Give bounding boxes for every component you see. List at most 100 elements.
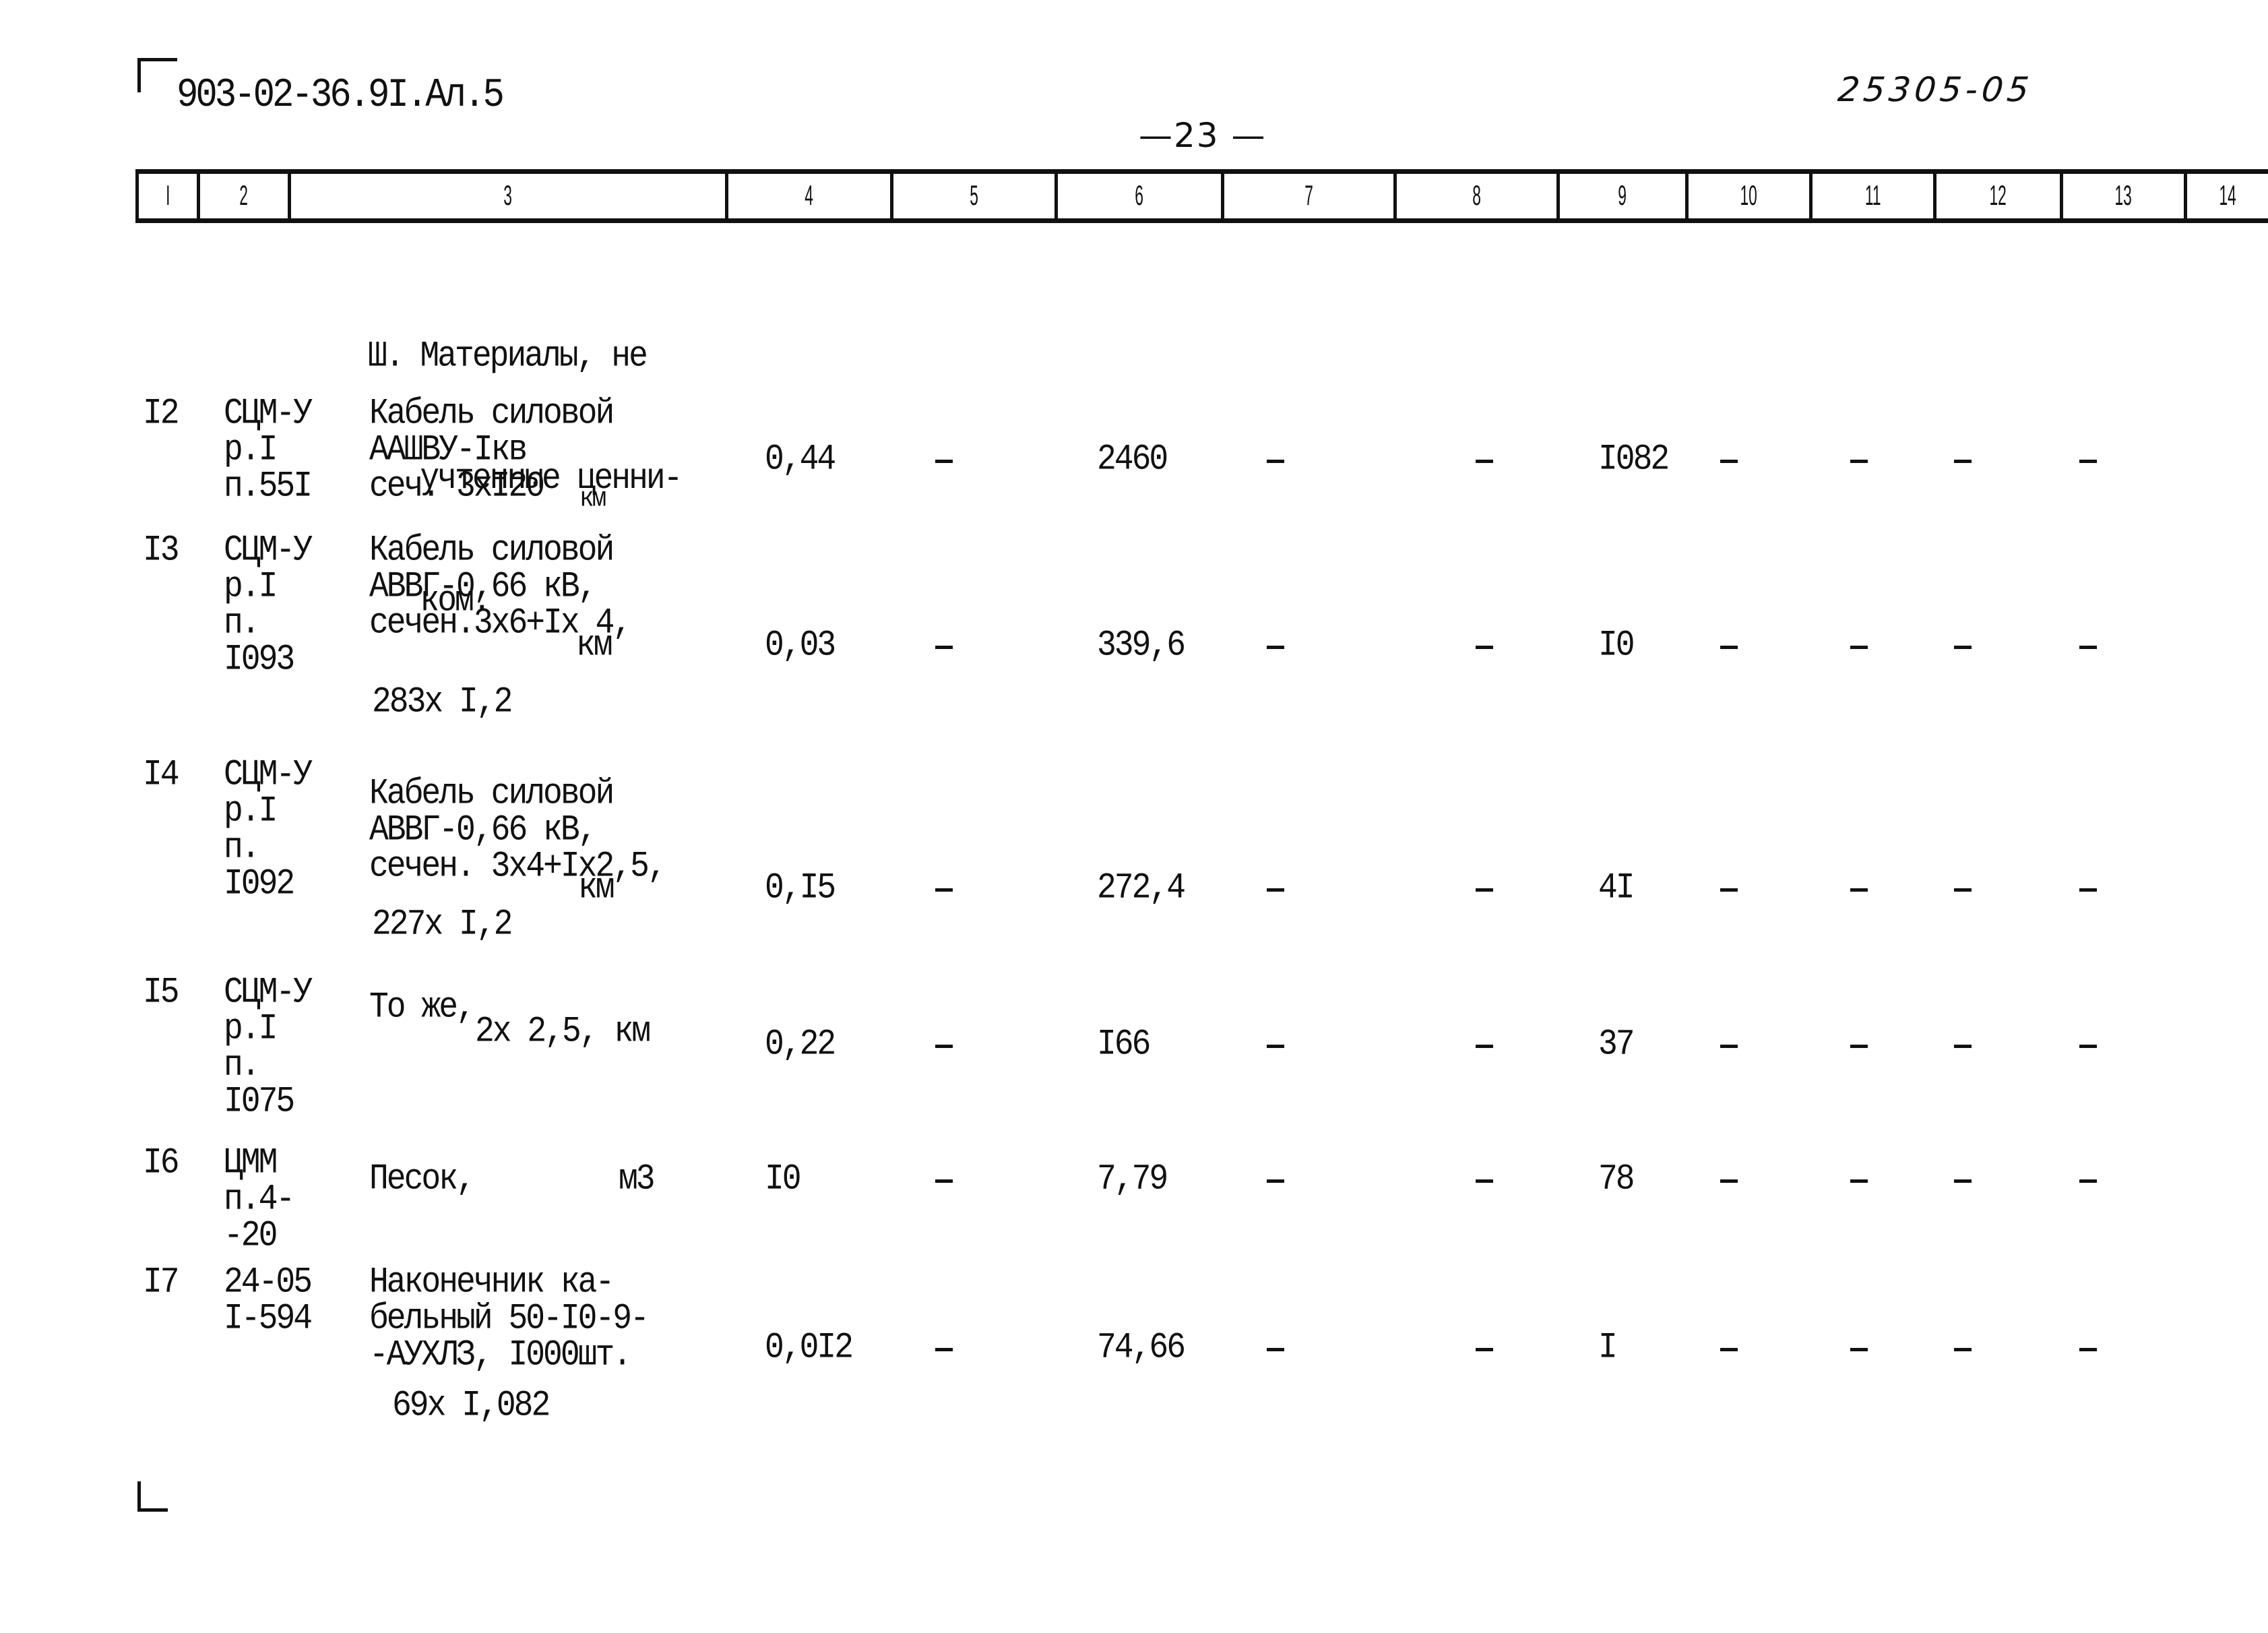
material-description-line: Кабель силовой bbox=[369, 394, 615, 435]
material-description-line: -АУХЛЗ, I000шт. bbox=[369, 1335, 632, 1376]
col6-unit-price: I66 bbox=[1097, 1024, 1151, 1066]
column-header-10: 10 bbox=[1685, 174, 1809, 218]
col7-dash bbox=[1267, 1179, 1284, 1183]
unit-of-measure: км bbox=[579, 483, 606, 514]
column-header-12: 12 bbox=[1933, 174, 2060, 218]
material-description-line: бельный 50-I0-9- bbox=[369, 1299, 650, 1340]
col5-dash bbox=[935, 888, 953, 892]
col5-dash bbox=[935, 460, 953, 463]
quantity-calculation: 227x I,2 bbox=[372, 904, 513, 946]
col8-dash bbox=[1476, 1179, 1493, 1183]
col13-dash bbox=[2079, 888, 2097, 892]
col11-dash bbox=[1850, 1045, 1868, 1048]
column-number-header: I 2 3 4 5 6 7 8 9 10 11 12 13 14 bbox=[135, 169, 2268, 223]
col6-unit-price: 272,4 bbox=[1097, 868, 1186, 909]
col7-dash bbox=[1267, 460, 1284, 463]
material-description-line: Наконечник ка- bbox=[369, 1262, 615, 1303]
row-number: I4 bbox=[143, 755, 180, 796]
row-number: I7 bbox=[143, 1262, 180, 1303]
col4-quantity: 0,03 bbox=[765, 625, 836, 667]
col12-dash bbox=[1954, 646, 1972, 649]
col4-quantity: 0,0I2 bbox=[765, 1328, 854, 1369]
col11-dash bbox=[1850, 888, 1868, 892]
price-reference-line: п. bbox=[224, 1045, 261, 1086]
col12-dash bbox=[1954, 888, 1972, 892]
inventory-stamp: 25305-05 bbox=[1835, 70, 2035, 109]
column-header-5: 5 bbox=[890, 174, 1054, 218]
col4-quantity: 0,22 bbox=[765, 1024, 836, 1066]
col12-dash bbox=[1954, 1179, 1972, 1183]
column-header-13: 13 bbox=[2060, 174, 2184, 218]
price-reference-line: п. bbox=[224, 828, 261, 869]
col6-unit-price: 7,79 bbox=[1097, 1159, 1168, 1200]
col7-dash bbox=[1267, 1045, 1284, 1048]
col13-dash bbox=[2079, 646, 2097, 649]
col4-quantity: I0 bbox=[765, 1159, 802, 1200]
price-reference-line: п. bbox=[224, 603, 261, 644]
material-description-line: сечен. 3x4+Ix2,5, bbox=[369, 846, 667, 888]
section-heading-line: Ш. Материалы, не bbox=[368, 336, 648, 377]
column-header-9: 9 bbox=[1556, 174, 1685, 218]
col7-dash bbox=[1267, 646, 1284, 649]
col11-dash bbox=[1850, 460, 1868, 463]
price-reference-line: р.I bbox=[224, 430, 278, 471]
col13-dash bbox=[2079, 1348, 2097, 1351]
col7-dash bbox=[1267, 1348, 1284, 1351]
col12-dash bbox=[1954, 1348, 1972, 1351]
column-header-11: 11 bbox=[1809, 174, 1933, 218]
column-header-3: 3 bbox=[288, 174, 725, 218]
page-number: —23 — bbox=[1139, 116, 1267, 155]
col9-total-cost: I0 bbox=[1598, 625, 1635, 667]
col13-dash bbox=[2079, 1179, 2097, 1183]
quantity-calculation: 283x I,2 bbox=[372, 682, 513, 723]
price-reference-line: ЦММ bbox=[224, 1143, 278, 1184]
column-header-6: 6 bbox=[1054, 174, 1221, 218]
material-description-line: То же, bbox=[369, 987, 476, 1028]
col9-total-cost: 4I bbox=[1598, 868, 1635, 909]
price-reference-line: п.55I bbox=[224, 466, 313, 507]
price-reference-line: СЦМ-У bbox=[224, 530, 313, 572]
price-reference-line: СЦМ-У bbox=[224, 394, 313, 435]
col10-dash bbox=[1720, 1045, 1738, 1048]
col9-total-cost: 37 bbox=[1598, 1024, 1635, 1066]
col10-dash bbox=[1720, 460, 1738, 463]
column-header-1: I bbox=[135, 174, 197, 218]
material-description-line: Кабель силовой bbox=[369, 774, 615, 815]
price-reference-line: -20 bbox=[224, 1216, 278, 1257]
col5-dash bbox=[935, 1348, 953, 1351]
col5-dash bbox=[935, 646, 953, 649]
price-reference-line: I093 bbox=[224, 640, 295, 681]
col10-dash bbox=[1720, 646, 1738, 649]
col4-quantity: 0,I5 bbox=[765, 868, 836, 909]
col8-dash bbox=[1476, 1045, 1493, 1048]
col7-dash bbox=[1267, 888, 1284, 892]
corner-mark-top-left bbox=[137, 58, 177, 92]
col11-dash bbox=[1850, 646, 1868, 649]
unit-of-measure: м3 bbox=[619, 1159, 656, 1200]
col8-dash bbox=[1476, 646, 1493, 649]
col12-dash bbox=[1954, 460, 1972, 463]
col10-dash bbox=[1720, 1179, 1738, 1183]
col10-dash bbox=[1720, 888, 1738, 892]
column-header-7: 7 bbox=[1221, 174, 1393, 218]
material-description-line: 2x 2,5, км bbox=[475, 1012, 651, 1053]
col10-dash bbox=[1720, 1348, 1738, 1351]
col11-dash bbox=[1850, 1179, 1868, 1183]
column-header-14: 14 bbox=[2184, 174, 2268, 218]
col9-total-cost: 78 bbox=[1598, 1159, 1635, 1200]
col5-dash bbox=[935, 1179, 953, 1183]
materials-table-body: I2 СЦМ-У р.I п.55I Кабель силовой ААШВУ-Iкв се… bbox=[0, 0, 2268, 1426]
material-description-line: Песок, bbox=[369, 1159, 476, 1200]
price-reference-line: I092 bbox=[224, 864, 295, 905]
row-number: I3 bbox=[143, 530, 180, 572]
col9-total-cost: I bbox=[1598, 1328, 1618, 1369]
price-reference-line: СЦМ-У bbox=[224, 973, 313, 1014]
col8-dash bbox=[1476, 888, 1493, 892]
unit-of-measure: км bbox=[576, 625, 613, 667]
col5-dash bbox=[935, 1045, 953, 1048]
col8-dash bbox=[1476, 1348, 1493, 1351]
unit-of-measure: км bbox=[578, 868, 615, 909]
column-header-2: 2 bbox=[197, 174, 288, 218]
col11-dash bbox=[1850, 1348, 1868, 1351]
col13-dash bbox=[2079, 1045, 2097, 1048]
